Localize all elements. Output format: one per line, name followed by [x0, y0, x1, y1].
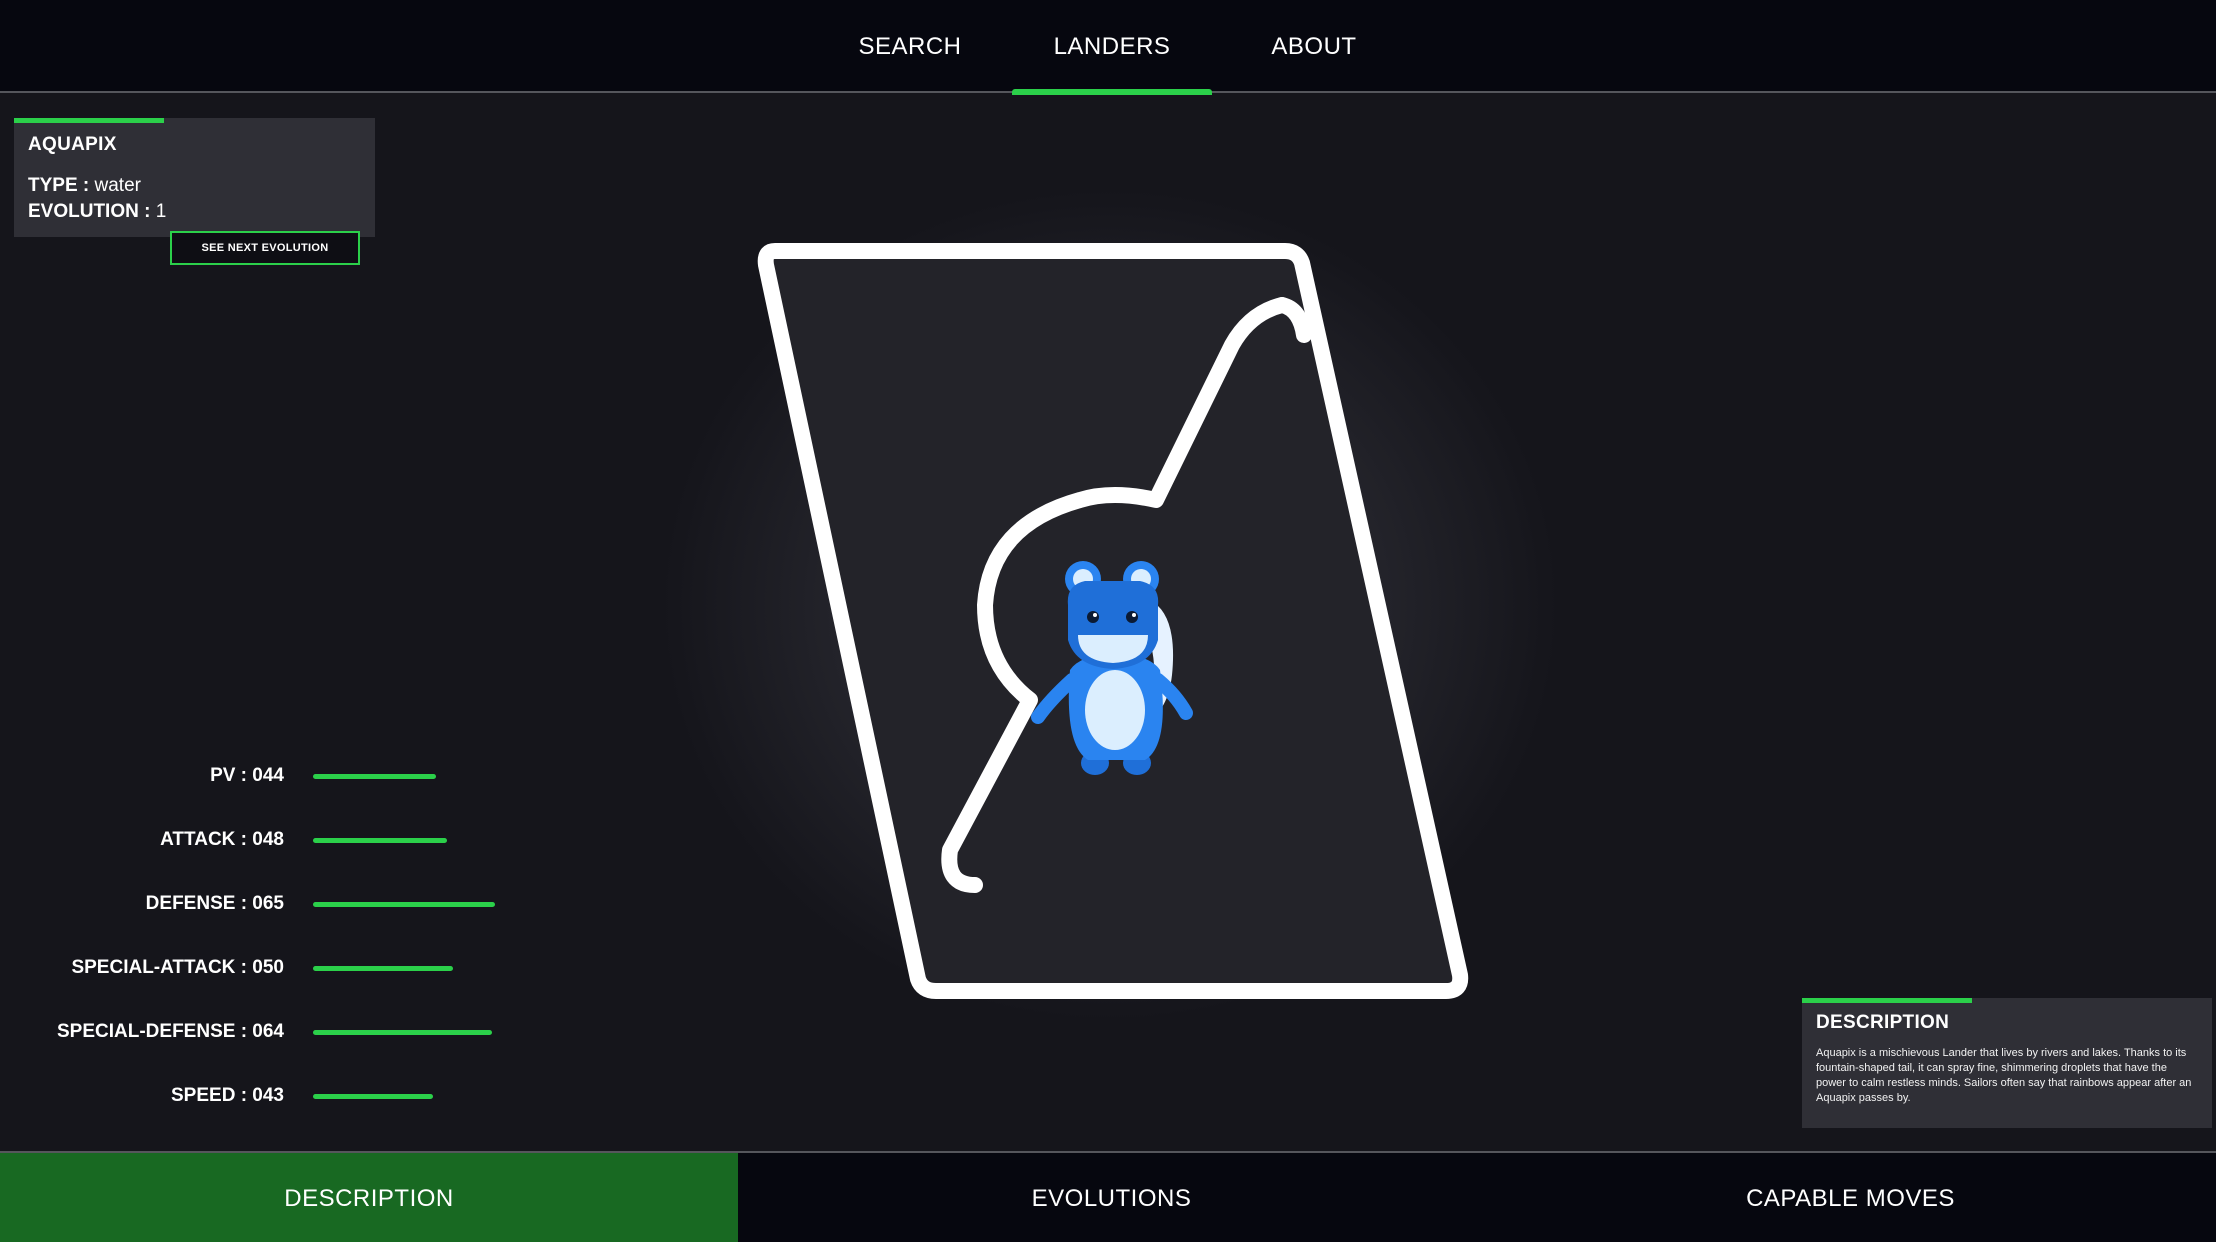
stat-row-attack: ATTACK : 048 — [0, 814, 520, 878]
lander-type: TYPE : water — [28, 173, 361, 199]
type-label: TYPE : — [28, 175, 90, 196]
stat-bar — [313, 1094, 433, 1099]
lander-name: AQUAPIX — [28, 134, 117, 155]
stat-label: SPECIAL-ATTACK : 050 — [71, 957, 284, 978]
type-value: water — [94, 175, 141, 196]
tab-capable-moves[interactable]: CAPABLE MOVES — [1485, 1153, 2216, 1242]
stat-bar — [313, 838, 447, 843]
stat-bar — [313, 902, 495, 907]
stat-label: PV : 044 — [210, 765, 284, 786]
stat-row-special-attack: SPECIAL-ATTACK : 050 — [0, 942, 520, 1006]
stat-label: DEFENSE : 065 — [145, 893, 284, 914]
nav-about[interactable]: ABOUT — [1238, 0, 1390, 93]
evolution-label: EVOLUTION : — [28, 201, 151, 222]
description-title: DESCRIPTION — [1816, 1012, 1950, 1033]
stat-row-speed: SPEED : 043 — [0, 1070, 520, 1134]
stat-row-special-defense: SPECIAL-DEFENSE : 064 — [0, 1006, 520, 1070]
description-card: DESCRIPTION Aquapix is a mischievous Lan… — [1802, 998, 2212, 1128]
top-nav: SEARCH LANDERS ABOUT — [0, 0, 2216, 95]
stat-row-defense: DEFENSE : 065 — [0, 878, 520, 942]
stat-bar — [313, 966, 453, 971]
stat-bar — [313, 1030, 492, 1035]
lander-info-card: AQUAPIX TYPE : water EVOLUTION : 1 — [14, 118, 375, 237]
nav-landers[interactable]: LANDERS — [1012, 0, 1212, 95]
card-accent-bar — [14, 118, 164, 123]
tab-description[interactable]: DESCRIPTION — [0, 1153, 738, 1242]
stat-row-pv: PV : 044 — [0, 750, 520, 814]
stat-label: SPEED : 043 — [171, 1085, 284, 1106]
lander-evolution: EVOLUTION : 1 — [28, 199, 361, 225]
evolution-value: 1 — [155, 201, 167, 222]
stat-label: SPECIAL-DEFENSE : 064 — [57, 1021, 284, 1042]
bottom-tabs: DESCRIPTION EVOLUTIONS CAPABLE MOVES — [0, 1151, 2216, 1242]
stat-bar — [313, 774, 436, 779]
description-accent-bar — [1802, 998, 1972, 1003]
stats-panel: PV : 044 ATTACK : 048 DEFENSE : 065 SPEC… — [0, 750, 520, 1134]
description-text: Aquapix is a mischievous Lander that liv… — [1816, 1047, 2192, 1104]
tab-evolutions[interactable]: EVOLUTIONS — [738, 1153, 1485, 1242]
see-next-evolution-button[interactable]: SEE NEXT EVOLUTION — [170, 231, 360, 265]
nav-search[interactable]: SEARCH — [834, 0, 986, 93]
stat-label: ATTACK : 048 — [160, 829, 284, 850]
